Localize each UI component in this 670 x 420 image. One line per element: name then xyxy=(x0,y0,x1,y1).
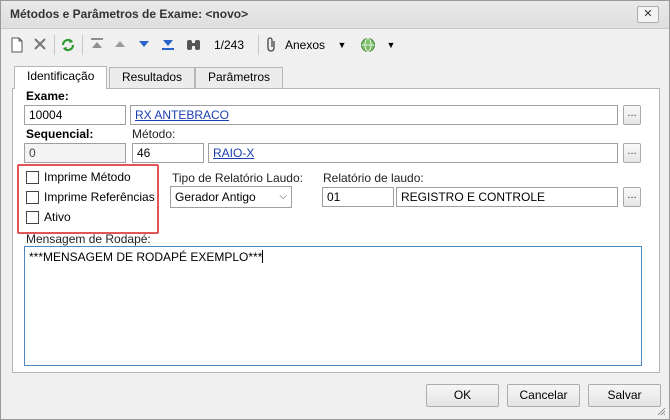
dialog-window: Métodos e Parâmetros de Exame: <novo> ✕ xyxy=(0,0,670,420)
exame-lookup-button[interactable]: ... xyxy=(623,105,641,125)
exame-label: Exame: xyxy=(26,89,69,103)
ok-button[interactable]: OK xyxy=(426,384,499,407)
toolbar-separator xyxy=(258,35,259,55)
next-record-button[interactable] xyxy=(134,35,154,55)
tipo-relatorio-label: Tipo de Relatório Laudo: xyxy=(172,171,303,185)
title-bar: Métodos e Parâmetros de Exame: <novo> ✕ xyxy=(1,1,669,29)
checkbox-label: Imprime Referências xyxy=(44,190,155,204)
metodo-name-field[interactable]: RAIO-X xyxy=(208,143,618,163)
metodo-code-field[interactable]: 46 xyxy=(132,143,204,163)
record-counter: 1/243 xyxy=(213,38,245,52)
mensagem-textarea[interactable]: ***MENSAGEM DE RODAPÉ EXEMPLO*** xyxy=(24,246,642,366)
binoculars-icon xyxy=(187,40,200,50)
anexos-button[interactable]: Anexos xyxy=(265,35,331,55)
next-record-icon xyxy=(139,41,149,47)
checkbox-box[interactable] xyxy=(26,211,39,224)
sequencial-field[interactable]: 0 xyxy=(24,143,126,163)
dropdown-arrow-icon: ▼ xyxy=(386,40,396,50)
checkbox-label: Ativo xyxy=(44,210,71,224)
close-icon: ✕ xyxy=(643,8,653,20)
exame-code-field[interactable]: 10004 xyxy=(24,105,126,125)
refresh-button[interactable] xyxy=(58,35,78,55)
delete-x-icon xyxy=(34,38,46,50)
relatorio-laudo-label: Relatório de laudo: xyxy=(323,171,424,185)
mensagem-label: Mensagem de Rodapé: xyxy=(26,232,151,246)
checkbox-box[interactable] xyxy=(26,191,39,204)
first-record-button[interactable] xyxy=(87,35,107,55)
refresh-icon xyxy=(61,38,75,52)
delete-record-button[interactable] xyxy=(30,35,50,55)
mensagem-text: ***MENSAGEM DE RODAPÉ EXEMPLO*** xyxy=(29,250,263,264)
toolbar-separator xyxy=(54,35,55,55)
new-document-icon xyxy=(11,37,23,53)
exame-name-field[interactable]: RX ANTEBRACO xyxy=(130,105,618,125)
tab-identificacao[interactable]: Identificação xyxy=(14,66,108,89)
anexos-dropdown-button[interactable]: ▼ xyxy=(335,35,349,55)
metodo-label: Método: xyxy=(132,127,176,141)
globe-button[interactable] xyxy=(357,35,379,55)
salvar-button[interactable]: Salvar xyxy=(588,384,661,407)
tab-parametros[interactable]: Parâmetros xyxy=(195,67,284,88)
previous-record-icon xyxy=(115,41,125,47)
toolbar-separator xyxy=(82,35,83,55)
last-record-icon xyxy=(162,40,174,50)
tipo-relatorio-select[interactable]: Gerador Antigo ⌵ xyxy=(170,186,292,208)
paperclip-icon xyxy=(267,37,275,52)
globe-dropdown-button[interactable]: ▼ xyxy=(384,35,398,55)
window-title: Métodos e Parâmetros de Exame: <novo> xyxy=(10,7,249,21)
toolbar: 1/243 Anexos ▼ ▼ xyxy=(1,30,669,60)
last-record-button[interactable] xyxy=(158,35,178,55)
checkbox-box[interactable] xyxy=(26,171,39,184)
globe-icon xyxy=(361,38,375,52)
close-button[interactable]: ✕ xyxy=(637,6,659,23)
dropdown-arrow-icon: ▼ xyxy=(337,40,347,50)
relatorio-lookup-button[interactable]: ... xyxy=(623,187,641,207)
text-caret xyxy=(262,250,264,263)
sequencial-label: Sequencial: xyxy=(26,127,94,141)
search-button[interactable] xyxy=(183,35,205,55)
chevron-down-icon: ⌵ xyxy=(279,191,287,202)
new-record-button[interactable] xyxy=(7,35,27,55)
relatorio-name-field[interactable]: REGISTRO E CONTROLE xyxy=(396,187,618,207)
metodo-lookup-button[interactable]: ... xyxy=(623,143,641,163)
cancelar-button[interactable]: Cancelar xyxy=(507,384,580,407)
resize-grip-icon[interactable] xyxy=(656,406,666,416)
checkbox-label: Imprime Método xyxy=(44,170,131,184)
tab-resultados[interactable]: Resultados xyxy=(109,67,196,88)
previous-record-button[interactable] xyxy=(110,35,130,55)
first-record-icon xyxy=(91,38,103,48)
anexos-label: Anexos xyxy=(285,38,326,52)
tipo-relatorio-value: Gerador Antigo xyxy=(175,190,256,204)
relatorio-code-field[interactable]: 01 xyxy=(322,187,394,207)
